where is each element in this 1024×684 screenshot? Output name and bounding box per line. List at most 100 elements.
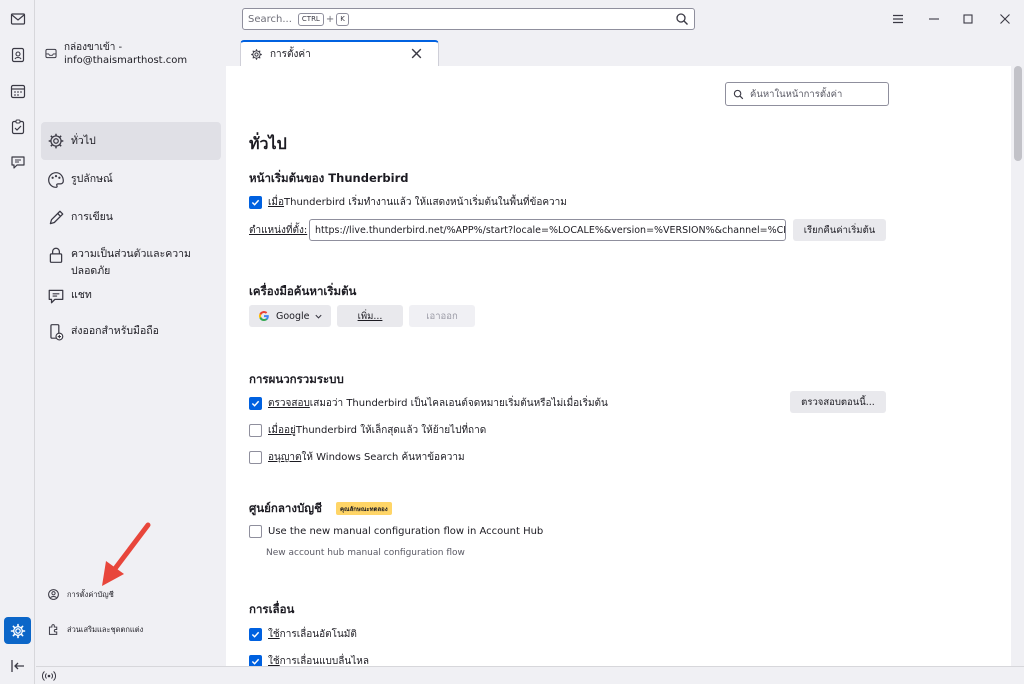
shortcut-plus: +	[325, 13, 335, 25]
restore-default-button[interactable]: เรียกคืนค่าเริ่มต้น	[793, 219, 886, 241]
app-menu-button[interactable]	[889, 10, 907, 28]
settings-pane: ค้นหาในหน้าการตั้งค่า ทั่วไป หน้าเริ่มต้…	[226, 66, 1011, 666]
pencil-icon	[49, 210, 64, 225]
start-page-checkbox[interactable]	[249, 196, 262, 209]
category-privacy[interactable]: ความเป็นส่วนตัวและความปลอดภัย	[41, 246, 221, 280]
search-engine-select[interactable]: Google	[249, 305, 331, 327]
tab-bar: กล่องขาเข้า - info@thaismarthost.com การ…	[36, 38, 1024, 66]
scrollbar-thumb[interactable]	[1014, 66, 1022, 161]
puzzle-icon	[48, 624, 58, 635]
minimize-button[interactable]	[925, 10, 943, 28]
find-in-settings-input[interactable]: ค้นหาในหน้าการตั้งค่า	[725, 82, 889, 106]
maximize-button[interactable]	[959, 10, 977, 28]
scrolling-heading: การเลื่อน	[249, 602, 295, 616]
tab-inbox[interactable]: กล่องขาเข้า - info@thaismarthost.com	[36, 40, 234, 66]
chevron-down-icon	[314, 314, 322, 319]
category-nav: ทั่วไป รูปลักษณ์ การเขียน ความเป็นส่วนตั…	[36, 66, 226, 666]
category-composition[interactable]: การเขียน	[41, 209, 221, 227]
tab-label: การตั้งค่า	[270, 48, 311, 60]
account-hub-checkbox[interactable]	[249, 525, 262, 538]
global-search-input[interactable]: Search... CTRL + K	[242, 8, 695, 30]
page-title: ทั่วไป	[249, 134, 287, 153]
shortcut-key-k: K	[336, 12, 349, 26]
search-icon	[676, 13, 688, 25]
start-page-url-input[interactable]: https://live.thunderbird.net/%APP%/start…	[309, 219, 786, 241]
category-label: แชท	[71, 289, 92, 301]
chat-icon	[48, 289, 64, 304]
addons-link[interactable]: ส่วนเสริมและชุดตกแต่ง	[47, 623, 143, 636]
category-label: ส่งออกสำหรับมือถือ	[71, 325, 159, 337]
category-label: การเขียน	[71, 211, 113, 223]
account-hub-row[interactable]: Use the new manual configuration flow in…	[249, 525, 543, 538]
minimize-to-tray-checkbox[interactable]	[249, 424, 262, 437]
smooth-scroll-checkbox[interactable]	[249, 655, 262, 666]
autoscroll-checkbox[interactable]	[249, 628, 262, 641]
category-general[interactable]: ทั่วไป	[41, 122, 221, 160]
lock-icon	[49, 247, 63, 263]
minimize-icon	[929, 18, 939, 20]
category-export-mobile[interactable]: ส่งออกสำหรับมือถือ	[41, 323, 221, 341]
search-engine-value: Google	[276, 310, 310, 322]
remove-search-engine-button: เอาออก	[409, 305, 475, 327]
experimental-badge: คุณลักษณะทดลอง	[336, 502, 392, 515]
category-label: ทั่วไป	[71, 134, 96, 147]
close-window-button[interactable]	[996, 10, 1014, 28]
mobile-export-icon	[50, 324, 64, 341]
gear-icon	[48, 133, 64, 149]
account-settings-label: การตั้งค่าบัญชี	[67, 589, 114, 599]
category-label: รูปลักษณ์	[71, 173, 113, 185]
calendar-icon[interactable]	[4, 77, 31, 104]
start-page-checkbox-row[interactable]: เมื่อ Thunderbird เริ่มทำงานแล้ว ให้แสดง…	[249, 195, 567, 210]
account-hub-description: New account hub manual configuration flo…	[266, 548, 465, 558]
windows-search-checkbox[interactable]	[249, 451, 262, 464]
scrollbar[interactable]	[1011, 66, 1024, 666]
close-tab-icon[interactable]	[410, 47, 423, 60]
hamburger-icon	[893, 14, 903, 24]
collapse-toolbar-icon[interactable]	[4, 652, 31, 679]
start-page-heading: หน้าเริ่มต้นของ Thunderbird	[249, 171, 409, 185]
autoscroll-row[interactable]: ใช้ การเลื่อนอัตโนมัติ	[249, 627, 357, 642]
chat-icon[interactable]	[4, 148, 31, 175]
status-bar	[36, 666, 1024, 684]
account-hub-label: Use the new manual configuration flow in…	[268, 526, 544, 537]
default-client-row[interactable]: ตรวจสอบ เสมอว่า Thunderbird เป็นไคลเอนต์จ…	[249, 396, 608, 411]
account-hub-heading: ศูนย์กลางบัญชี	[249, 501, 322, 515]
minimize-to-tray-row[interactable]: เมื่ออยู่ Thunderbird ให้เล็กสุดแล้ว ให้…	[249, 423, 486, 438]
close-icon	[1000, 14, 1010, 24]
windows-search-row[interactable]: อนุญาต ให้ Windows Search ค้นหาข้อความ	[249, 450, 465, 465]
addons-label: ส่วนเสริมและชุดตกแต่ง	[67, 624, 144, 634]
address-book-icon[interactable]	[4, 41, 31, 68]
find-placeholder: ค้นหาในหน้าการตั้งค่า	[750, 88, 843, 100]
category-appearance[interactable]: รูปลักษณ์	[41, 171, 221, 189]
mail-icon[interactable]	[4, 5, 31, 32]
checkbox-label-underlined: เมื่อ	[268, 197, 285, 208]
shortcut-key-ctrl: CTRL	[297, 12, 324, 26]
category-chat[interactable]: แชท	[41, 287, 221, 305]
smooth-scroll-row[interactable]: ใช้ การเลื่อนแบบลื่นไหล	[249, 654, 369, 666]
google-icon	[258, 311, 269, 321]
default-client-checkbox[interactable]	[249, 397, 262, 410]
system-integration-heading: การผนวกรวมระบบ	[249, 372, 344, 386]
palette-icon	[48, 172, 64, 188]
inbox-icon	[45, 48, 57, 58]
add-search-engine-button[interactable]: เพิ่ม...	[337, 305, 403, 327]
check-now-button[interactable]: ตรวจสอบตอนนี้...	[790, 391, 886, 413]
gear-icon	[251, 48, 262, 60]
tasks-icon[interactable]	[4, 113, 31, 140]
search-placeholder: Search...	[248, 13, 292, 25]
checkbox-label: Thunderbird เริ่มทำงานแล้ว ให้แสดงหน้าเร…	[284, 197, 567, 208]
tab-label: กล่องขาเข้า - info@thaismarthost.com	[63, 42, 188, 66]
account-settings-link[interactable]: การตั้งค่าบัญชี	[47, 588, 114, 601]
category-label: ความเป็นส่วนตัวและความปลอดภัย	[71, 248, 191, 277]
spaces-toolbar	[0, 0, 35, 684]
title-bar: Search... CTRL + K	[36, 0, 1024, 38]
settings-space-gear-icon[interactable]	[4, 617, 31, 644]
settings-content: ทั่วไป รูปลักษณ์ การเขียน ความเป็นส่วนตั…	[36, 66, 1024, 666]
tab-settings[interactable]: การตั้งค่า	[240, 40, 439, 66]
online-status-icon[interactable]	[42, 670, 56, 682]
account-icon	[48, 589, 59, 600]
search-icon	[733, 89, 744, 99]
location-label: ตำแหน่งที่ตั้ง:	[249, 225, 308, 236]
search-engine-heading: เครื่องมือค้นหาเริ่มต้น	[249, 284, 357, 298]
maximize-icon	[963, 14, 973, 24]
